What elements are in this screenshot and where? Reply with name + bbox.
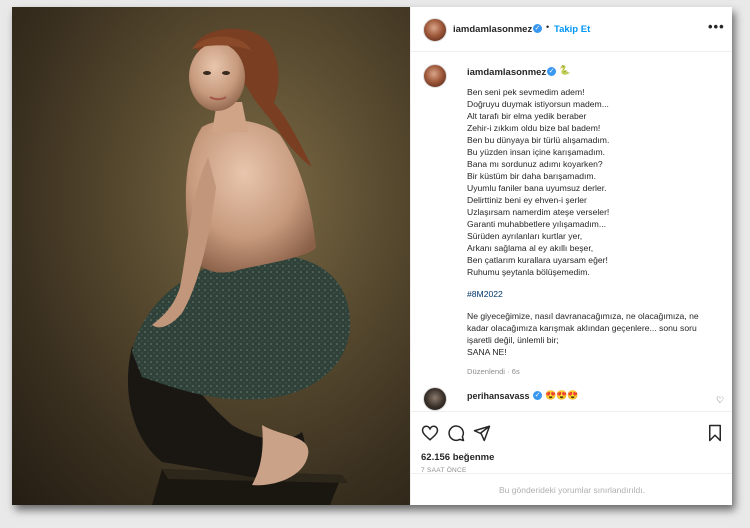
follow-button[interactable]: Takip Et <box>554 24 590 35</box>
action-bar: 62.156 beğenme 7 SAAT ÖNCE <box>411 411 732 474</box>
comment-icon[interactable] <box>447 424 465 442</box>
post-photo[interactable] <box>12 7 410 505</box>
separator-dot: • <box>546 22 550 32</box>
caption-line: Garanti muhabbetlere yılışamadım... <box>467 219 606 229</box>
caption-avatar[interactable] <box>423 64 447 88</box>
likes-count[interactable]: 62.156 beğenme <box>421 452 494 463</box>
caption-line: Doğruyu duymak istiyorsun madem... <box>467 99 609 109</box>
snake-emoji: 🐍 <box>559 65 571 75</box>
verified-badge-icon: ✓ <box>533 391 542 400</box>
caption-line: Bir küstüm bir daha barışamadım. <box>467 171 596 181</box>
caption-line: Alt tarafı bir elma yedik beraber <box>467 111 587 121</box>
bookmark-icon[interactable] <box>707 424 723 442</box>
verified-badge-icon: ✓ <box>533 24 542 33</box>
post-header: iamdamlasonmez ✓ • Takip Et ••• <box>411 7 732 52</box>
paper-plane-icon[interactable] <box>473 424 491 442</box>
heart-icon[interactable] <box>421 424 439 442</box>
caption-line: Ben bu dünyaya bir türlü alışamadım. <box>467 135 610 145</box>
hashtag-link[interactable]: #8M2022 <box>467 289 503 299</box>
caption-line: Ben seni pek sevmedim adem! <box>467 87 585 97</box>
more-options-icon[interactable]: ••• <box>708 19 725 34</box>
verified-badge-icon: ✓ <box>547 67 556 76</box>
caption-line: SANA NE! <box>467 347 507 357</box>
caption-line: kadar olacağımıza karışmak aklından geçe… <box>467 323 697 333</box>
caption-line: Arkanı sağlama al ey akıllı beşer, <box>467 243 594 253</box>
instagram-post-frame: iamdamlasonmez ✓ • Takip Et ••• iamdamla… <box>12 7 732 505</box>
caption-line: Bana mı sordunuz adımı koyarken? <box>467 159 603 169</box>
woman-portrait-image <box>127 28 351 505</box>
caption-line: Delirttiniz beni ey ehven-i şerler <box>467 195 587 205</box>
edited-label: Düzenlendi · 6s <box>467 367 520 376</box>
caption-username[interactable]: iamdamlasonmez <box>467 67 546 78</box>
caption-line: Ruhumu şeytanla bölüşemedim. <box>467 267 590 277</box>
commenter-username[interactable]: perihansavass <box>467 391 530 401</box>
caption-line: Uyumlu faniler bana uyumsuz derler. <box>467 183 607 193</box>
caption-line: Zehir-i zıkkım oldu bize bal badem! <box>467 123 601 133</box>
comment-emojis: 😍😍😍 <box>545 390 579 400</box>
comment-like-icon[interactable]: ♡ <box>716 395 724 406</box>
avatar[interactable] <box>423 18 447 42</box>
caption-line: Sürüden ayrılanları kurtlar yer, <box>467 231 583 241</box>
comments-limited-notice: Bu gönderideki yorumlar sınırlandırıldı. <box>411 473 732 505</box>
caption-line: işaretli değil, ünlemli bir; <box>467 335 559 345</box>
caption-line: Uzlaşırsam namerdim ateşe verseler! <box>467 207 610 217</box>
commenter-avatar[interactable] <box>423 387 447 411</box>
caption-line: Bu yüzden insan içine karışamadım. <box>467 147 606 157</box>
caption-line: Ben çatlarım kurallara uyarsam eğer! <box>467 255 608 265</box>
post-details-panel: iamdamlasonmez ✓ • Takip Et ••• iamdamla… <box>410 7 732 505</box>
caption-line: Ne giyeceğimize, nasıl davranacağımıza, … <box>467 311 699 321</box>
header-username[interactable]: iamdamlasonmez <box>453 24 532 35</box>
